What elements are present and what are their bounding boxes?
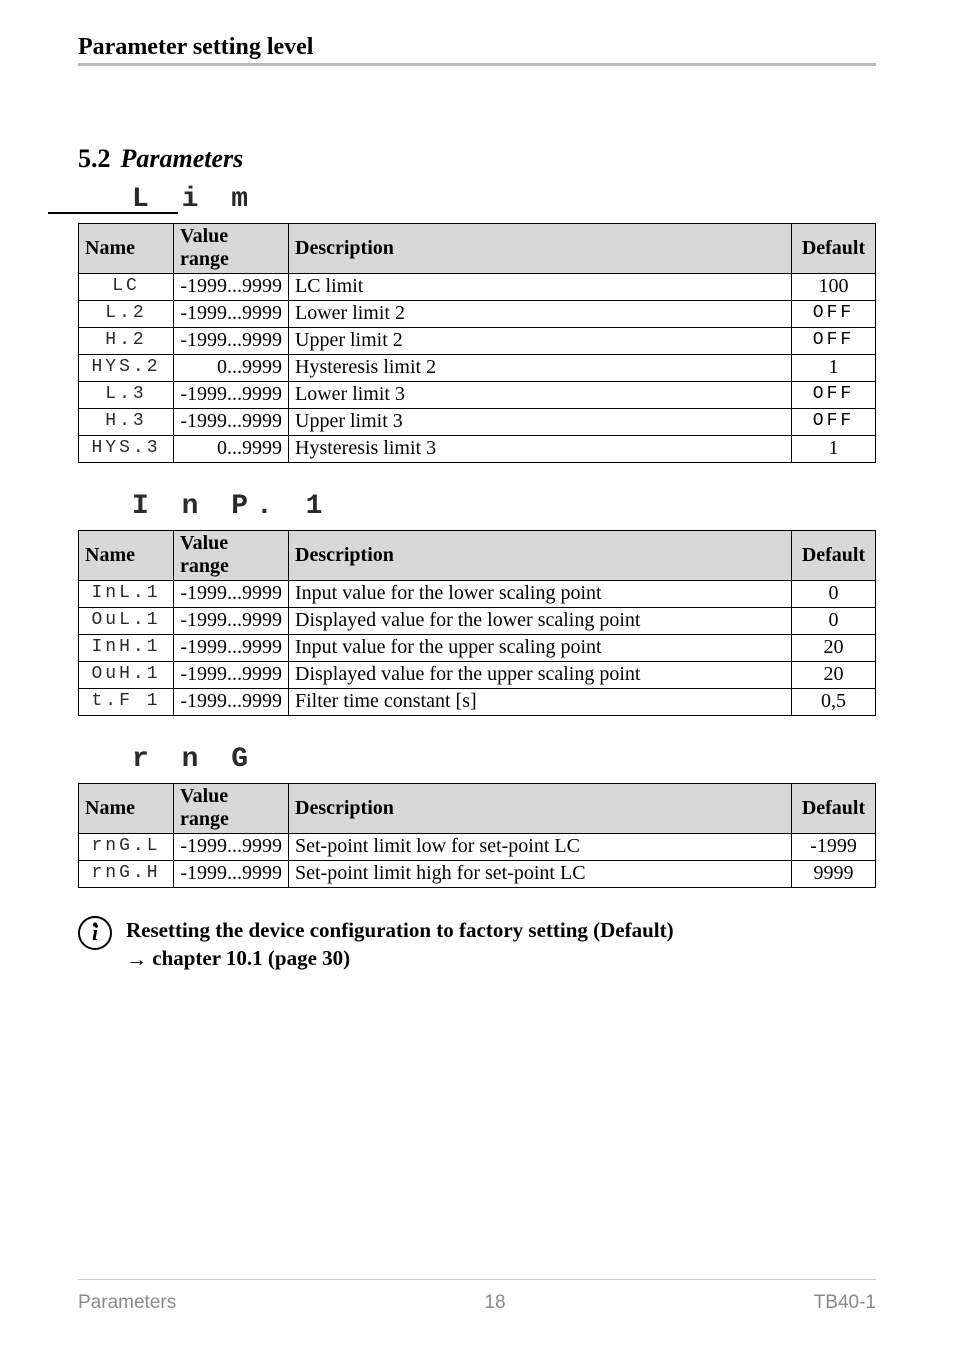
param-default: OFF bbox=[792, 328, 876, 355]
table-row: OuL.1-1999...9999Displayed value for the… bbox=[79, 608, 876, 635]
parameter-table: NameValue rangeDescriptionDefaultLC-1999… bbox=[78, 223, 876, 463]
param-range: -1999...9999 bbox=[174, 581, 289, 608]
param-range: -1999...9999 bbox=[174, 301, 289, 328]
param-description: Set-point limit high for set-point LC bbox=[289, 861, 792, 888]
footer-left: Parameters bbox=[78, 1292, 176, 1314]
param-name: rnG.L bbox=[79, 834, 174, 861]
table-row: LC-1999...9999LC limit100 bbox=[79, 274, 876, 301]
param-range: -1999...9999 bbox=[174, 689, 289, 716]
param-range: -1999...9999 bbox=[174, 274, 289, 301]
section-title: Parameters bbox=[121, 144, 244, 174]
table-row: HYS.30...9999Hysteresis limit 31 bbox=[79, 436, 876, 463]
param-name: LC bbox=[79, 274, 174, 301]
param-name: OuH.1 bbox=[79, 662, 174, 689]
param-default: 20 bbox=[792, 635, 876, 662]
page-footer: Parameters 18 TB40-1 bbox=[78, 1279, 876, 1314]
param-description: Displayed value for the upper scaling po… bbox=[289, 662, 792, 689]
param-description: Lower limit 2 bbox=[289, 301, 792, 328]
param-default: 0 bbox=[792, 581, 876, 608]
table-row: rnG.L-1999...9999Set-point limit low for… bbox=[79, 834, 876, 861]
param-default: 0 bbox=[792, 608, 876, 635]
column-header: Description bbox=[289, 531, 792, 581]
param-description: Displayed value for the lower scaling po… bbox=[289, 608, 792, 635]
column-header: Description bbox=[289, 224, 792, 274]
column-header: Value range bbox=[174, 224, 289, 274]
param-name: OuL.1 bbox=[79, 608, 174, 635]
param-description: Input value for the lower scaling point bbox=[289, 581, 792, 608]
param-range: -1999...9999 bbox=[174, 861, 289, 888]
param-description: Filter time constant [s] bbox=[289, 689, 792, 716]
info-note-text: Resetting the device configuration to fa… bbox=[126, 916, 674, 973]
param-name: rnG.H bbox=[79, 861, 174, 888]
param-default: OFF bbox=[792, 409, 876, 436]
column-header: Name bbox=[79, 531, 174, 581]
param-description: Set-point limit low for set-point LC bbox=[289, 834, 792, 861]
param-range: -1999...9999 bbox=[174, 382, 289, 409]
param-description: Lower limit 3 bbox=[289, 382, 792, 409]
column-header: Name bbox=[79, 784, 174, 834]
param-name: H.3 bbox=[79, 409, 174, 436]
param-range: 0...9999 bbox=[174, 436, 289, 463]
param-description: Hysteresis limit 2 bbox=[289, 355, 792, 382]
param-default: 1 bbox=[792, 355, 876, 382]
param-name: t.F 1 bbox=[79, 689, 174, 716]
param-range: 0...9999 bbox=[174, 355, 289, 382]
table-row: t.F 1-1999...9999Filter time constant [s… bbox=[79, 689, 876, 716]
info-note: i Resetting the device configuration to … bbox=[78, 916, 876, 973]
group-heading: r n G bbox=[132, 744, 876, 775]
column-header: Default bbox=[792, 531, 876, 581]
group-heading: I n P. 1 bbox=[132, 491, 876, 522]
param-name: L.2 bbox=[79, 301, 174, 328]
table-row: rnG.H-1999...9999Set-point limit high fo… bbox=[79, 861, 876, 888]
column-header: Description bbox=[289, 784, 792, 834]
group-heading: L i m bbox=[132, 184, 876, 215]
table-row: InH.1-1999...9999Input value for the upp… bbox=[79, 635, 876, 662]
param-default: 1 bbox=[792, 436, 876, 463]
section-number: 5.2 bbox=[78, 144, 111, 174]
param-default: OFF bbox=[792, 382, 876, 409]
param-name: InH.1 bbox=[79, 635, 174, 662]
table-row: HYS.20...9999Hysteresis limit 21 bbox=[79, 355, 876, 382]
param-range: -1999...9999 bbox=[174, 608, 289, 635]
column-header: Value range bbox=[174, 531, 289, 581]
param-default: 100 bbox=[792, 274, 876, 301]
param-default: 20 bbox=[792, 662, 876, 689]
info-icon: i bbox=[78, 916, 112, 950]
param-name: L.3 bbox=[79, 382, 174, 409]
table-row: H.3-1999...9999Upper limit 3OFF bbox=[79, 409, 876, 436]
param-description: Input value for the upper scaling point bbox=[289, 635, 792, 662]
table-row: L.3-1999...9999Lower limit 3OFF bbox=[79, 382, 876, 409]
footer-center: 18 bbox=[484, 1292, 505, 1314]
footer-right: TB40-1 bbox=[814, 1292, 876, 1314]
param-default: 9999 bbox=[792, 861, 876, 888]
param-range: -1999...9999 bbox=[174, 328, 289, 355]
column-header: Name bbox=[79, 224, 174, 274]
table-row: H.2-1999...9999Upper limit 2OFF bbox=[79, 328, 876, 355]
param-name: HYS.2 bbox=[79, 355, 174, 382]
param-range: -1999...9999 bbox=[174, 834, 289, 861]
param-description: LC limit bbox=[289, 274, 792, 301]
column-header: Default bbox=[792, 224, 876, 274]
column-header: Default bbox=[792, 784, 876, 834]
param-name: HYS.3 bbox=[79, 436, 174, 463]
table-row: L.2-1999...9999Lower limit 2OFF bbox=[79, 301, 876, 328]
param-name: H.2 bbox=[79, 328, 174, 355]
param-range: -1999...9999 bbox=[174, 662, 289, 689]
param-range: -1999...9999 bbox=[174, 635, 289, 662]
parameter-table: NameValue rangeDescriptionDefaultInL.1-1… bbox=[78, 530, 876, 716]
section-heading: 5.2 Parameters bbox=[78, 144, 876, 174]
param-description: Hysteresis limit 3 bbox=[289, 436, 792, 463]
param-description: Upper limit 3 bbox=[289, 409, 792, 436]
table-row: OuH.1-1999...9999Displayed value for the… bbox=[79, 662, 876, 689]
running-head: Parameter setting level bbox=[78, 34, 876, 66]
param-default: OFF bbox=[792, 301, 876, 328]
param-description: Upper limit 2 bbox=[289, 328, 792, 355]
table-row: InL.1-1999...9999Input value for the low… bbox=[79, 581, 876, 608]
param-default: 0,5 bbox=[792, 689, 876, 716]
param-range: -1999...9999 bbox=[174, 409, 289, 436]
parameter-table: NameValue rangeDescriptionDefaultrnG.L-1… bbox=[78, 783, 876, 888]
column-header: Value range bbox=[174, 784, 289, 834]
param-name: InL.1 bbox=[79, 581, 174, 608]
param-default: -1999 bbox=[792, 834, 876, 861]
